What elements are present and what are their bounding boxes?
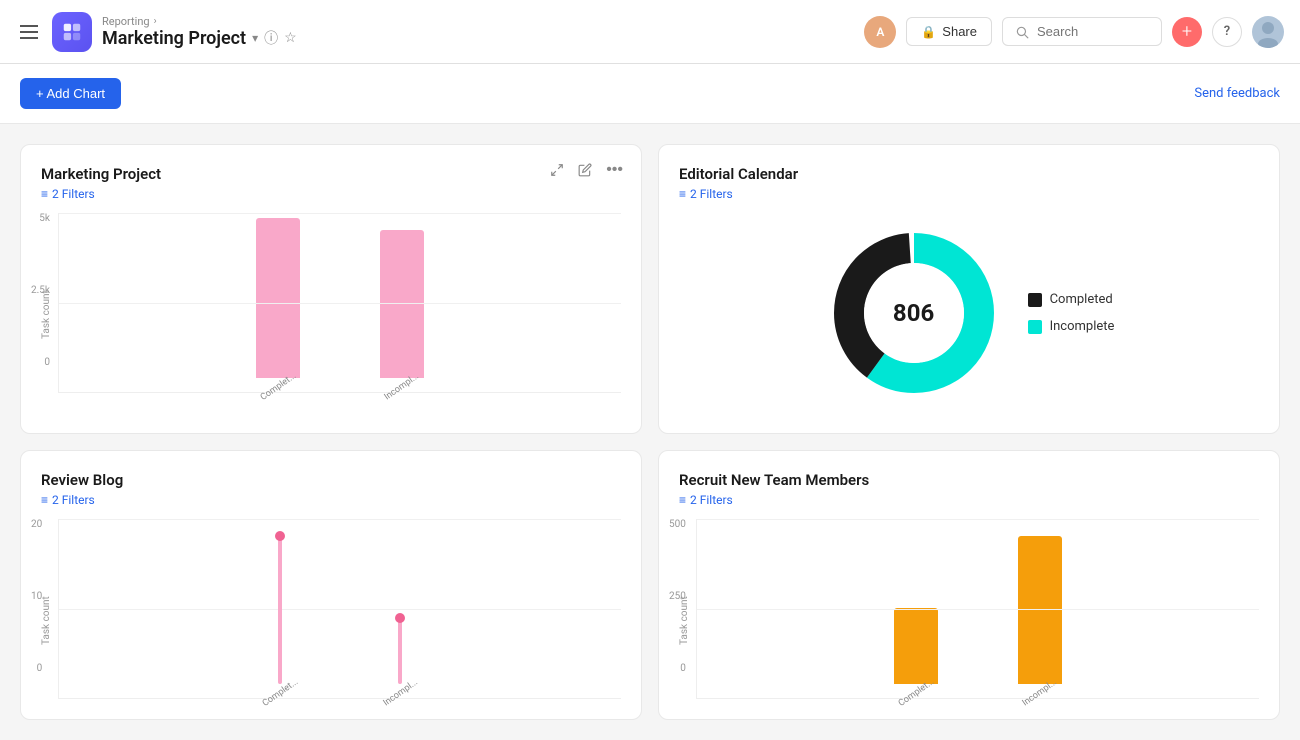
filter-tag[interactable]: ≡ 2 Filters (679, 187, 1259, 201)
chart-actions: ••• (546, 159, 627, 181)
dot-marker-incomplete (395, 613, 405, 623)
donut-legend: Completed Incomplete (1028, 292, 1115, 334)
title-dropdown-icon[interactable]: ▾ (252, 31, 258, 45)
dot-bar-completed: Complet... (260, 531, 301, 698)
user-avatar (1252, 16, 1284, 48)
filter-icon: ≡ (679, 493, 686, 507)
filter-tag[interactable]: ≡ 2 Filters (41, 493, 621, 507)
orange-bar-incomplete: Incompl... (1018, 536, 1062, 698)
donut-center-value: 806 (893, 299, 934, 327)
hamburger-menu[interactable] (16, 21, 42, 43)
y-axis-label: Task count (41, 519, 52, 699)
chart-title: Recruit New Team Members (679, 471, 1259, 489)
filter-icon: ≡ (41, 493, 48, 507)
donut-chart-wrap: 806 Completed Incomplete (679, 213, 1259, 413)
toolbar: + Add Chart Send feedback (0, 64, 1300, 124)
chart-title: Marketing Project (41, 165, 621, 183)
marketing-project-chart: ••• Marketing Project ≡ 2 Filters Task c… (20, 144, 642, 434)
charts-grid: ••• Marketing Project ≡ 2 Filters Task c… (0, 124, 1300, 740)
legend-completed: Completed (1028, 292, 1115, 307)
legend-incomplete: Incomplete (1028, 319, 1115, 334)
more-options-icon[interactable]: ••• (602, 159, 627, 181)
orange-bar-completed: Complet... (894, 608, 938, 698)
chart-title: Review Blog (41, 471, 621, 489)
share-button[interactable]: 🔒 Share (906, 17, 992, 46)
bar-completed: Complet... (256, 218, 300, 392)
add-chart-button[interactable]: + Add Chart (20, 78, 121, 109)
header-right: A 🔒 Share + ? (864, 16, 1284, 48)
filter-icon: ≡ (41, 187, 48, 201)
bar-incomplete: Incompl... (380, 230, 424, 392)
editorial-calendar-chart: Editorial Calendar ≡ 2 Filters 806 Compl… (658, 144, 1280, 434)
page-title: Marketing Project (102, 28, 246, 49)
help-button[interactable]: ? (1212, 17, 1242, 47)
search-icon (1015, 25, 1029, 39)
star-icon[interactable]: ☆ (284, 30, 297, 46)
header-left: Reporting › Marketing Project ▾ ⓘ ☆ (16, 12, 852, 52)
avatar-user1: A (864, 16, 896, 48)
breadcrumb-area: Reporting › Marketing Project ▾ ⓘ ☆ (102, 15, 297, 49)
incomplete-color (1028, 320, 1042, 334)
donut-chart: 806 (824, 223, 1004, 403)
breadcrumb-chevron: › (154, 16, 157, 27)
dot-bar-incomplete: Incompl... (381, 613, 421, 698)
search-box[interactable] (1002, 17, 1162, 46)
filter-icon: ≡ (679, 187, 686, 201)
send-feedback-link[interactable]: Send feedback (1194, 86, 1280, 101)
info-icon[interactable]: ⓘ (264, 28, 278, 48)
create-button[interactable]: + (1172, 17, 1202, 47)
expand-icon[interactable] (546, 161, 568, 179)
lock-icon: 🔒 (921, 25, 936, 39)
app-icon (52, 12, 92, 52)
breadcrumb: Reporting › (102, 15, 297, 28)
recruit-chart: Recruit New Team Members ≡ 2 Filters Tas… (658, 450, 1280, 720)
completed-color (1028, 293, 1042, 307)
review-blog-chart: Review Blog ≡ 2 Filters Task count 20 10… (20, 450, 642, 720)
filter-tag[interactable]: ≡ 2 Filters (41, 187, 621, 201)
filter-tag[interactable]: ≡ 2 Filters (679, 493, 1259, 507)
title-row: Marketing Project ▾ ⓘ ☆ (102, 28, 297, 49)
chart-title: Editorial Calendar (679, 165, 1259, 183)
dot-marker-completed (275, 531, 285, 541)
app-header: Reporting › Marketing Project ▾ ⓘ ☆ A 🔒 … (0, 0, 1300, 64)
edit-icon[interactable] (574, 161, 596, 179)
search-input[interactable] (1037, 24, 1137, 39)
